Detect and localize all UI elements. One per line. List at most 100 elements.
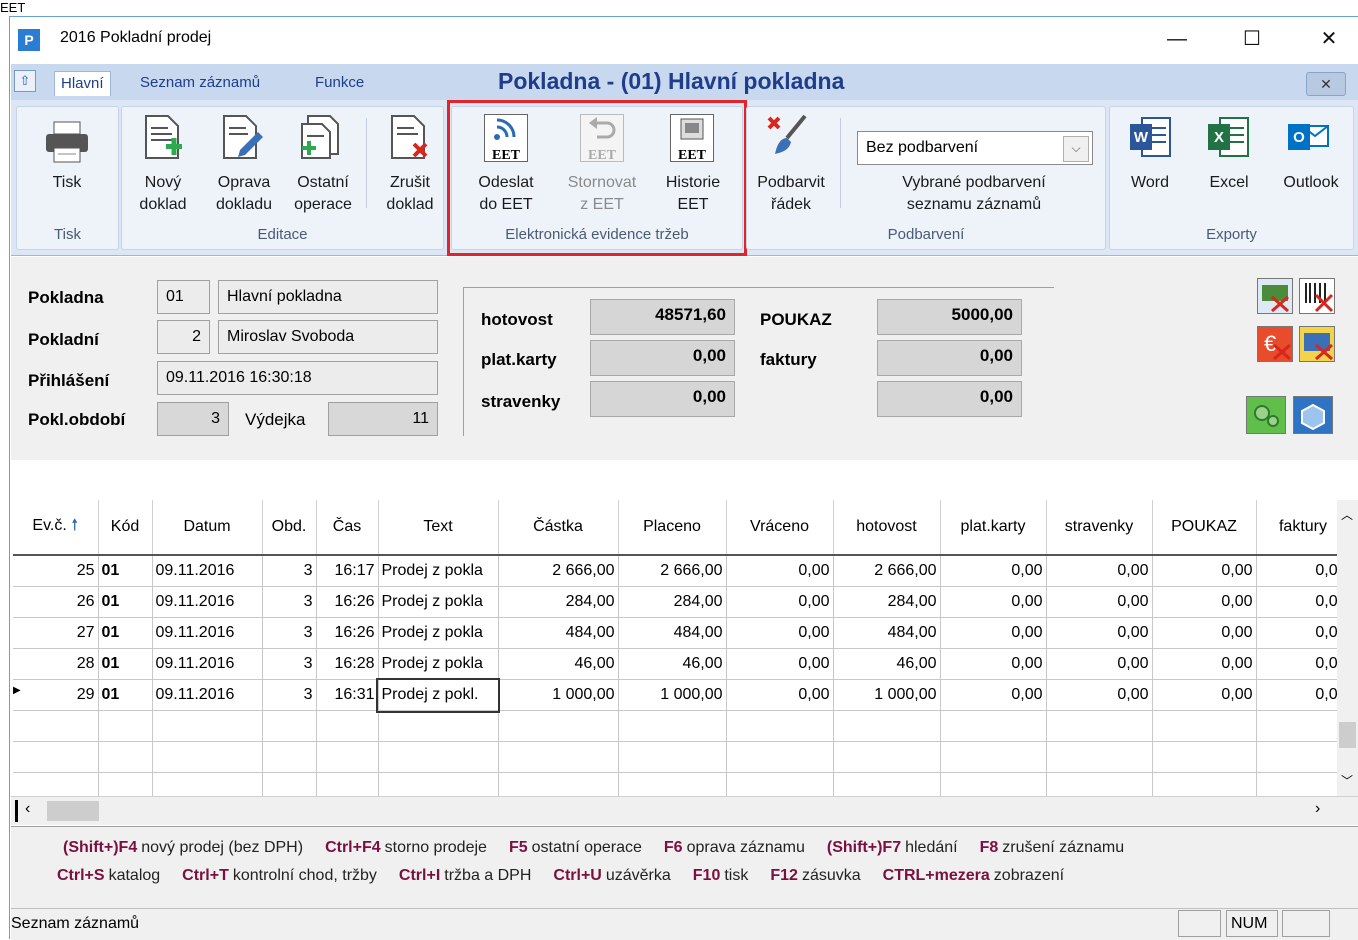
col-vraceno[interactable]: Vráceno [726, 500, 834, 556]
maximize-icon[interactable]: ☐ [1232, 24, 1272, 54]
table-cell[interactable]: 01 [98, 586, 153, 618]
table-cell[interactable]: 09.11.2016 [152, 679, 263, 711]
table-cell[interactable]: 284,00 [498, 586, 619, 618]
table-cell[interactable]: 09.11.2016 [152, 617, 263, 649]
table-cell[interactable]: Prodej z pokl. [376, 677, 500, 713]
table-cell[interactable]: 0,00 [726, 617, 834, 649]
table-cell[interactable]: 2 666,00 [618, 555, 727, 587]
close-tab-icon[interactable]: ✕ [1306, 72, 1346, 96]
table-cell[interactable]: 284,00 [618, 586, 727, 618]
vertical-scrollbar[interactable]: ︿ ﹀ [1337, 500, 1358, 796]
col-stravenky[interactable]: stravenky [1046, 500, 1153, 556]
zrusit-doklad-button[interactable]: Zrušit doklad [376, 172, 444, 216]
oprava-dokladu-button[interactable]: Oprava dokladu [208, 172, 280, 216]
table-cell[interactable]: 1 000,00 [618, 679, 727, 711]
tab-seznam-zaznamu[interactable]: Seznam záznamů [140, 71, 260, 95]
table-cell[interactable]: 09.11.2016 [152, 648, 263, 680]
table-cell[interactable]: 16:26 [316, 617, 379, 649]
col-obd[interactable]: Obd. [262, 500, 317, 556]
settings-gears-icon[interactable] [1246, 396, 1286, 434]
col-kod[interactable]: Kód [98, 500, 153, 556]
col-hotovost[interactable]: hotovost [833, 500, 941, 556]
table-cell[interactable]: 28 [13, 648, 99, 680]
table-cell[interactable]: 16:28 [316, 648, 379, 680]
table-cell[interactable]: 16:17 [316, 555, 379, 587]
table-cell[interactable]: 0,00 [1152, 648, 1257, 680]
table-cell[interactable]: 0,00 [1046, 617, 1153, 649]
table-cell[interactable]: 0,00 [1046, 555, 1153, 587]
color-select[interactable]: Bez podbarvení ⌵ [857, 131, 1093, 165]
table-row[interactable]: 27 01 09.11.2016 3 16:26 Prodej z pokla 484,00… [13, 617, 1351, 649]
table-row[interactable]: 26 01 09.11.2016 3 16:26 Prodej z pokla 284,00… [13, 586, 1351, 618]
col-placeno[interactable]: Placeno [618, 500, 727, 556]
table-cell[interactable]: 3 [262, 679, 317, 711]
table-cell[interactable]: 484,00 [833, 617, 941, 649]
table-cell[interactable]: Prodej z pokla [378, 648, 499, 680]
table-cell[interactable]: 46,00 [618, 648, 727, 680]
table-cell[interactable]: 0,00 [940, 648, 1047, 680]
collapse-ribbon-icon[interactable]: ⇧ [14, 70, 36, 92]
table-cell[interactable]: 01 [98, 555, 153, 587]
table-cell[interactable]: 0,00 [1256, 679, 1351, 711]
scroll-left-icon[interactable]: ‹ [25, 800, 30, 818]
scroll-up-icon[interactable]: ︿ [1341, 506, 1353, 523]
cash-register-off-icon[interactable] [1257, 278, 1293, 314]
table-cell[interactable]: 27 [13, 617, 99, 649]
table-cell[interactable]: 484,00 [618, 617, 727, 649]
col-plat-karty[interactable]: plat.karty [940, 500, 1047, 556]
col-text[interactable]: Text [378, 500, 499, 556]
novy-doklad-button[interactable]: Nový doklad [130, 172, 196, 216]
table-cell[interactable]: 01 [98, 648, 153, 680]
horizontal-scrollbar[interactable]: ‹ › [11, 796, 1358, 825]
table-cell[interactable]: 284,00 [833, 586, 941, 618]
table-cell[interactable]: 0,00 [726, 586, 834, 618]
table-cell[interactable]: 0,00 [726, 648, 834, 680]
col-cas[interactable]: Čas [316, 500, 379, 556]
scroll-right-icon[interactable]: › [1315, 800, 1320, 818]
table-cell[interactable]: 0,00 [1256, 617, 1351, 649]
table-cell[interactable]: 3 [262, 617, 317, 649]
table-cell[interactable]: 01 [98, 617, 153, 649]
table-cell[interactable]: 0,00 [1152, 679, 1257, 711]
table-cell[interactable]: 3 [262, 555, 317, 587]
table-cell[interactable]: 09.11.2016 [152, 586, 263, 618]
table-cell[interactable]: 2 666,00 [833, 555, 941, 587]
col-poukaz[interactable]: POUKAZ [1152, 500, 1257, 556]
minimize-icon[interactable]: — [1157, 24, 1197, 54]
table-cell[interactable]: Prodej z pokla [378, 617, 499, 649]
table-cell[interactable]: 0,00 [1256, 555, 1351, 587]
table-cell[interactable]: 0,00 [726, 555, 834, 587]
table-cell[interactable]: 29 [13, 679, 99, 711]
table-row[interactable]: 29 01 09.11.2016 3 16:31 Prodej z pokl. 1 000,… [13, 677, 1351, 713]
bank-card-off-icon[interactable] [1299, 326, 1335, 362]
table-cell[interactable]: 0,00 [940, 679, 1047, 711]
table-cell[interactable]: 25 [13, 555, 99, 587]
vertical-scroll-thumb[interactable] [1339, 722, 1356, 748]
table-cell[interactable]: 0,00 [1046, 586, 1153, 618]
word-button[interactable]: Word [1120, 172, 1180, 194]
table-cell[interactable]: 0,00 [1046, 648, 1153, 680]
table-cell[interactable]: 16:31 [316, 679, 379, 711]
table-row[interactable]: 25 01 09.11.2016 3 16:17 Prodej z pokla 2 666,… [13, 555, 1351, 587]
table-cell[interactable]: 0,00 [1256, 586, 1351, 618]
table-cell[interactable]: 1 000,00 [833, 679, 941, 711]
col-datum[interactable]: Datum [152, 500, 263, 556]
table-cell[interactable]: 0,00 [726, 679, 834, 711]
table-cell[interactable]: Prodej z pokla [378, 586, 499, 618]
table-row[interactable]: 28 01 09.11.2016 3 16:28 Prodej z pokla 46,00 4… [13, 648, 1351, 680]
table-cell[interactable]: Prodej z pokla [378, 555, 499, 587]
close-icon[interactable]: ✕ [1309, 24, 1349, 54]
table-cell[interactable]: 484,00 [498, 617, 619, 649]
tab-hlavni[interactable]: Hlavní [54, 71, 111, 96]
table-cell[interactable]: 26 [13, 586, 99, 618]
table-cell[interactable]: 46,00 [498, 648, 619, 680]
chevron-down-icon[interactable]: ⌵ [1063, 136, 1089, 162]
ostatni-operace-button[interactable]: Ostatní operace [286, 172, 360, 216]
table-cell[interactable]: 3 [262, 586, 317, 618]
table-cell[interactable]: 0,00 [1046, 679, 1153, 711]
tisk-button[interactable]: Tisk [36, 172, 98, 194]
table-cell[interactable]: 1 000,00 [498, 679, 619, 711]
table-cell[interactable]: 0,00 [940, 586, 1047, 618]
table-cell[interactable]: 0,00 [1152, 555, 1257, 587]
podbarvit-radek-button[interactable]: Podbarvit řádek [750, 172, 832, 216]
